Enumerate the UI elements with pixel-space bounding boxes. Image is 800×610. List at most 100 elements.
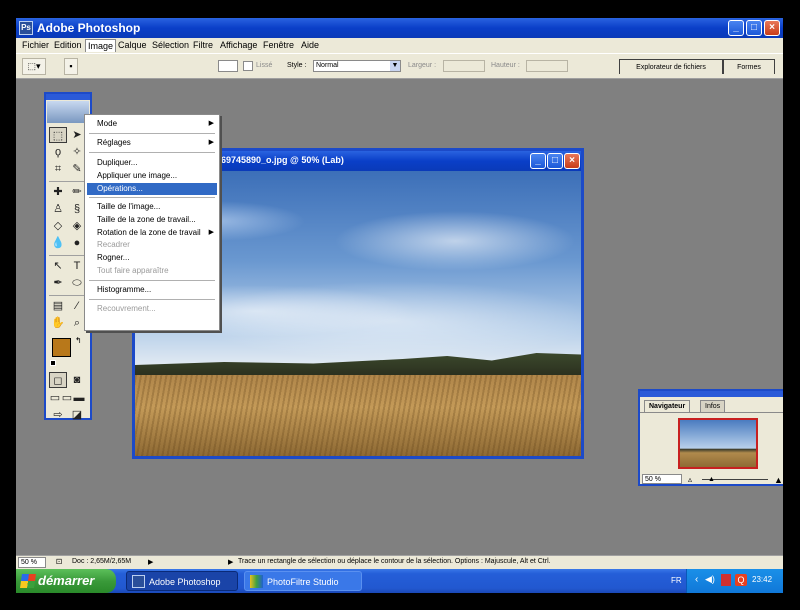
menu-selection[interactable]: Sélection — [150, 39, 191, 52]
foreground-color-swatch[interactable] — [52, 338, 71, 357]
marquee-tool-icon[interactable]: ⬚ — [49, 127, 67, 143]
menu-item-appliquer-image[interactable]: Appliquer une image... — [87, 170, 217, 182]
start-button[interactable]: démarrer — [16, 569, 116, 593]
tray-expand-icon[interactable]: ‹ — [695, 574, 698, 585]
new-selection-icon[interactable]: ▪ — [64, 58, 78, 75]
maximize-button[interactable]: □ — [746, 20, 762, 36]
navigator-zoom-field[interactable]: 50 % — [642, 474, 682, 484]
standard-mode-icon[interactable]: ◻ — [49, 372, 67, 388]
image-menu-dropdown: Mode ▶ Réglages ▶ Dupliquer... Appliquer u… — [84, 114, 220, 331]
blur-tool-icon[interactable]: 💧 — [49, 235, 67, 251]
hand-tool-icon[interactable]: ✋ — [49, 315, 67, 331]
doc-maximize-button[interactable]: □ — [547, 153, 563, 169]
tray-app-icon[interactable]: Q — [735, 574, 747, 586]
screen-mode-standard-icon[interactable]: ▭ — [49, 390, 61, 406]
doc-close-button[interactable]: × — [564, 153, 580, 169]
tab-divider — [640, 412, 783, 413]
navigator-thumbnail[interactable] — [678, 418, 758, 469]
document-title: 69745890_o.jpg @ 50% (Lab) — [221, 155, 344, 165]
menu-affichage[interactable]: Affichage — [218, 39, 259, 52]
feather-logo[interactable] — [47, 101, 89, 123]
healing-brush-tool-icon[interactable]: ✚ — [49, 184, 67, 200]
menu-item-histogramme[interactable]: Histogramme... — [87, 284, 217, 296]
menu-item-operations[interactable]: Opérations... — [87, 183, 217, 195]
tab-formes[interactable]: Formes — [723, 59, 775, 74]
submenu-arrow-icon: ▶ — [208, 139, 214, 146]
tab-navigateur[interactable]: Navigateur — [644, 400, 691, 412]
jump-to-imageready-icon[interactable]: ⇨ — [49, 407, 67, 423]
lasso-tool-icon[interactable]: ϙ — [49, 144, 67, 160]
toolbox-header[interactable] — [46, 94, 90, 100]
doc-info-arrow-icon[interactable]: ▶ — [148, 558, 153, 566]
menu-item-mode[interactable]: Mode ▶ — [87, 118, 217, 130]
menu-calque[interactable]: Calque — [116, 39, 149, 52]
start-label: démarrer — [38, 573, 95, 588]
marquee-preset-icon[interactable]: ⬚▾ — [22, 58, 46, 75]
feather-field[interactable] — [218, 60, 238, 72]
notes-tool-icon[interactable]: ▤ — [49, 298, 67, 314]
menu-fenetre[interactable]: Fenêtre — [261, 39, 296, 52]
toolbox-divider — [49, 255, 87, 256]
options-bar: ⬚▾ ▪ Lissé Style : Normal ▼ Largeur : Ha… — [16, 53, 783, 79]
menu-aide[interactable]: Aide — [299, 39, 321, 52]
photoshop-icon: Ps — [19, 21, 33, 35]
menu-item-taille-zone[interactable]: Taille de la zone de travail... — [87, 214, 217, 226]
menu-item-tout-faire-apparaitre[interactable]: Tout faire apparaître — [87, 265, 217, 277]
style-label: Style : — [287, 62, 307, 69]
screen-mode-full-menu-icon[interactable]: ▭ — [61, 390, 73, 406]
status-zoom-field[interactable]: 50 % — [18, 557, 46, 568]
screen-mode-full-icon[interactable]: ▬ — [73, 390, 85, 406]
zoom-slider-thumb[interactable]: ▲ — [708, 476, 715, 483]
speaker-icon[interactable]: ◀) — [705, 574, 715, 585]
menu-item-reglages[interactable]: Réglages ▶ — [87, 137, 217, 149]
doc-info-icon[interactable]: ⚀ — [56, 558, 62, 566]
tab-explorateur[interactable]: Explorateur de fichiers — [619, 59, 723, 74]
swap-colors-icon[interactable]: ↰ — [75, 336, 82, 345]
pen-tool-icon[interactable]: ✒ — [49, 275, 67, 291]
tab-infos[interactable]: Infos — [700, 400, 726, 412]
status-bar: 50 % ⚀ Doc : 2,65M/2,65M ▶ ▶ Trace un re… — [16, 555, 783, 569]
antivirus-icon[interactable] — [721, 574, 731, 586]
chevron-down-icon[interactable]: ▼ — [390, 61, 400, 71]
submenu-arrow-icon: ▶ — [208, 229, 214, 236]
photoshop-icon — [132, 575, 145, 588]
hauteur-field[interactable] — [526, 60, 568, 72]
menu-filtre[interactable]: Filtre — [191, 39, 215, 52]
path-select-tool-icon[interactable]: ↖ — [49, 258, 67, 274]
quick-mask-icon[interactable]: ◙ — [68, 372, 86, 388]
menu-fichier[interactable]: Fichier — [20, 39, 51, 52]
doc-minimize-button[interactable]: _ — [530, 153, 546, 169]
taskbar: démarrer Adobe Photoshop PhotoFiltre Stu… — [16, 569, 783, 593]
clone-stamp-tool-icon[interactable]: ♙ — [49, 201, 67, 217]
zoom-out-icon[interactable]: ▵ — [688, 475, 692, 484]
close-button[interactable]: × — [764, 20, 780, 36]
menu-item-taille-image[interactable]: Taille de l'image... — [87, 201, 217, 213]
largeur-label: Largeur : — [408, 62, 437, 69]
menu-edition[interactable]: Edition — [52, 39, 84, 52]
largeur-field[interactable] — [443, 60, 485, 72]
minimize-button[interactable]: _ — [728, 20, 744, 36]
menu-item-rotation[interactable]: Rotation de la zone de travail ▶ — [87, 227, 217, 239]
navigator-header[interactable] — [640, 391, 783, 397]
default-colors-icon[interactable] — [50, 360, 56, 366]
menu-item-recadrer[interactable]: Recadrer — [87, 239, 217, 251]
menu-item-rogner[interactable]: Rogner... — [87, 252, 217, 264]
menu-separator — [89, 133, 215, 134]
menu-image[interactable]: Image — [85, 39, 117, 52]
task-photofiltre-studio[interactable]: PhotoFiltre Studio — [244, 571, 362, 591]
toolbox-divider — [49, 295, 87, 296]
task-adobe-photoshop[interactable]: Adobe Photoshop — [126, 571, 238, 591]
app-title: Adobe Photoshop — [37, 21, 141, 35]
style-select[interactable]: Normal ▼ — [313, 60, 401, 72]
workspace: ⬚ ➤ ϙ ✧ ⌗ ✎ ✚ ✏ ♙ § ◇ ◈ 💧 ● ↖ T ✒ ⬭ ▤ ⁄ … — [16, 79, 783, 555]
lisse-checkbox[interactable] — [243, 61, 253, 71]
app-title-bar[interactable]: Ps Adobe Photoshop _ □ × — [16, 18, 783, 38]
eraser-tool-icon[interactable]: ◇ — [49, 218, 67, 234]
zoom-in-icon[interactable]: ▲ — [774, 475, 783, 485]
imageready-icon[interactable]: ◪ — [68, 407, 86, 423]
menu-item-dupliquer[interactable]: Dupliquer... — [87, 157, 217, 169]
language-indicator[interactable]: FR — [671, 576, 682, 585]
menu-item-recouvrement[interactable]: Recouvrement... — [87, 303, 217, 315]
crop-tool-icon[interactable]: ⌗ — [49, 161, 67, 177]
lisse-label: Lissé — [256, 62, 273, 69]
